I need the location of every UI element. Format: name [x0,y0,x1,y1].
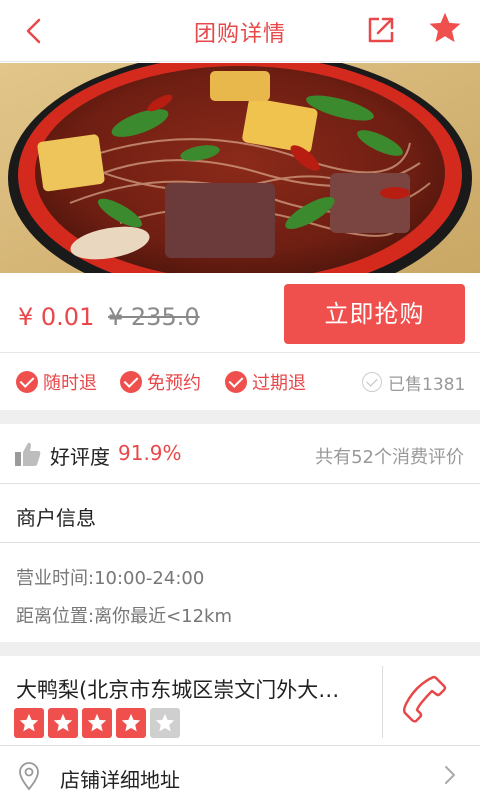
page-title: 团购详情 [193,22,286,47]
thumbs-up-icon [15,442,41,466]
star-filled-icon [82,708,112,738]
current-price: ¥ 0.01 [18,303,95,331]
tag-refund-expired: 过期退 [225,370,306,394]
store-address-row[interactable]: 店铺详细地址 [0,747,480,800]
nav-bar: 团购详情 [0,0,480,62]
star-empty-icon [150,708,180,738]
price-bar: ¥ 0.01 ¥ 235.0 立即抢购 [0,273,480,353]
star-filled-icon [116,708,146,738]
merchant-info-title: 商户信息 [16,506,96,530]
original-price: ¥ 235.0 [108,303,200,331]
rating-percent: 91.9% [118,441,182,465]
tag-no-reservation: 免预约 [120,370,201,394]
rating-label: 好评度 [50,445,110,469]
divider [382,666,383,738]
check-circle-icon [225,371,247,393]
sold-count: 已售1381 [362,370,465,395]
check-outline-icon [362,372,382,392]
tag-refund-anytime: 随时退 [16,370,97,394]
star-filled-icon [14,708,44,738]
section-divider [0,410,480,424]
buy-now-button[interactable]: 立即抢购 [284,284,465,344]
star-icon[interactable] [427,10,463,46]
store-star-rating [14,708,184,738]
store-row[interactable]: 大鸭梨(北京市东城区崇文门外大… [0,656,480,746]
share-icon[interactable] [365,14,397,46]
phone-icon[interactable] [400,674,450,724]
check-circle-icon [16,371,38,393]
chevron-right-icon [445,766,455,784]
store-name[interactable]: 大鸭梨(北京市东城区崇文门外大… [16,674,380,704]
product-photo [0,63,480,273]
store-address-label: 店铺详细地址 [60,768,180,792]
business-hours: 营业时间:10:00-24:00 [16,568,205,589]
section-divider [0,642,480,656]
review-count[interactable]: 共有52个消费评价 [315,443,464,469]
merchant-details: 营业时间:10:00-24:00 距离位置:离你最近<12km [0,544,480,642]
star-filled-icon [48,708,78,738]
rating-row[interactable]: 好评度 91.9% 共有52个消费评价 [0,424,480,484]
service-tags: 随时退 免预约 过期退 已售1381 [0,354,480,410]
merchant-info-header: 商户信息 [0,485,480,543]
distance: 距离位置:离你最近<12km [16,606,233,627]
check-circle-icon [120,371,142,393]
location-pin-icon [19,762,39,790]
